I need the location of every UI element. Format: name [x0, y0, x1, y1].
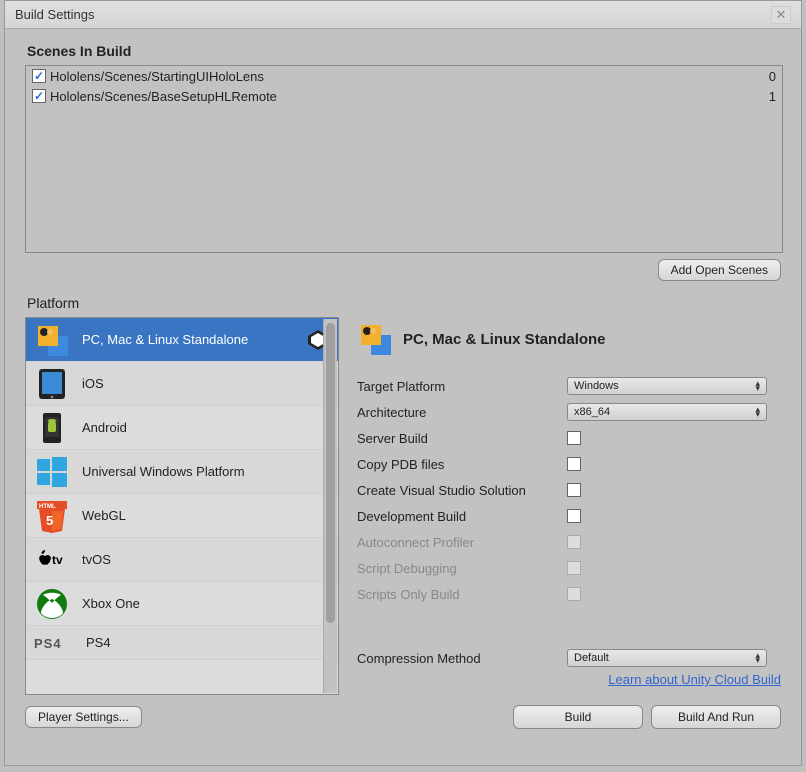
platform-item-ps4[interactable]: PS4 PS4 — [26, 626, 338, 660]
scripts-only-label: Scripts Only Build — [357, 587, 567, 602]
ios-icon — [34, 366, 70, 402]
create-vs-label: Create Visual Studio Solution — [357, 483, 567, 498]
target-platform-label: Target Platform — [357, 379, 567, 394]
autoconnect-label: Autoconnect Profiler — [357, 535, 567, 550]
copy-pdb-checkbox[interactable] — [567, 457, 581, 471]
platform-item-android[interactable]: Android — [26, 406, 338, 450]
platform-label: PC, Mac & Linux Standalone — [82, 332, 248, 347]
scenes-in-build-label: Scenes In Build — [5, 29, 801, 65]
platform-item-xbox[interactable]: Xbox One — [26, 582, 338, 626]
player-settings-button[interactable]: Player Settings... — [25, 706, 142, 728]
dialog-footer: Player Settings... Build Build And Run — [5, 695, 801, 739]
platform-section-label: Platform — [5, 281, 801, 317]
checkmark-icon: ✓ — [34, 90, 44, 102]
svg-text:tv: tv — [52, 553, 63, 567]
architecture-dropdown[interactable]: x86_64 ▴▾ — [567, 403, 767, 421]
script-debug-label: Script Debugging — [357, 561, 567, 576]
compression-dropdown[interactable]: Default ▴▾ — [567, 649, 767, 667]
scene-index: 1 — [769, 89, 776, 104]
cloud-build-link[interactable]: Learn about Unity Cloud Build — [608, 672, 781, 687]
platform-item-uwp[interactable]: Universal Windows Platform — [26, 450, 338, 494]
dropdown-arrows-icon: ▴▾ — [755, 653, 760, 664]
scenes-list[interactable]: ✓ Hololens/Scenes/StartingUIHoloLens 0 ✓… — [25, 65, 783, 253]
architecture-value: x86_64 — [574, 406, 610, 418]
close-button[interactable]: ✕ — [771, 6, 791, 24]
platform-label: Android — [82, 420, 127, 435]
webgl-icon: HTML5 — [34, 498, 70, 534]
xbox-icon — [34, 586, 70, 622]
dev-build-label: Development Build — [357, 509, 567, 524]
svg-text:PS4: PS4 — [34, 636, 62, 651]
tvos-icon: tv — [34, 542, 70, 578]
dropdown-arrows-icon: ▴▾ — [755, 381, 760, 392]
build-and-run-button[interactable]: Build And Run — [651, 705, 781, 729]
platform-item-standalone[interactable]: PC, Mac & Linux Standalone — [26, 318, 338, 362]
target-platform-dropdown[interactable]: Windows ▴▾ — [567, 377, 767, 395]
create-vs-checkbox[interactable] — [567, 483, 581, 497]
platform-settings-panel: PC, Mac & Linux Standalone Target Platfo… — [357, 317, 781, 695]
architecture-label: Architecture — [357, 405, 567, 420]
target-platform-value: Windows — [574, 380, 619, 392]
scene-row[interactable]: ✓ Hololens/Scenes/BaseSetupHLRemote 1 — [26, 86, 782, 106]
scene-path: Hololens/Scenes/BaseSetupHLRemote — [50, 89, 277, 104]
android-icon — [34, 410, 70, 446]
window-title: Build Settings — [15, 7, 95, 22]
scripts-only-checkbox — [567, 587, 581, 601]
compression-value: Default — [574, 652, 609, 664]
dropdown-arrows-icon: ▴▾ — [755, 407, 760, 418]
build-settings-dialog: Build Settings ✕ Scenes In Build ✓ Holol… — [4, 0, 802, 766]
platform-label: PS4 — [86, 635, 111, 650]
platform-label: tvOS — [82, 552, 111, 567]
platform-label: Xbox One — [82, 596, 140, 611]
scene-index: 0 — [769, 69, 776, 84]
platform-item-tvos[interactable]: tv tvOS — [26, 538, 338, 582]
platform-label: Universal Windows Platform — [82, 464, 245, 479]
platform-label: WebGL — [82, 508, 126, 523]
checkmark-icon: ✓ — [34, 70, 44, 82]
svg-text:5: 5 — [46, 513, 53, 528]
scene-checkbox[interactable]: ✓ — [32, 69, 46, 83]
ps4-icon: PS4 — [34, 625, 74, 661]
platform-item-webgl[interactable]: HTML5 WebGL — [26, 494, 338, 538]
compression-label: Compression Method — [357, 651, 567, 666]
platform-item-ios[interactable]: iOS — [26, 362, 338, 406]
build-button[interactable]: Build — [513, 705, 643, 729]
standalone-icon — [357, 321, 393, 357]
add-open-scenes-button[interactable]: Add Open Scenes — [658, 259, 781, 281]
copy-pdb-label: Copy PDB files — [357, 457, 567, 472]
dev-build-checkbox[interactable] — [567, 509, 581, 523]
autoconnect-checkbox — [567, 535, 581, 549]
scene-checkbox[interactable]: ✓ — [32, 89, 46, 103]
scrollbar-thumb[interactable] — [326, 323, 335, 623]
script-debug-checkbox — [567, 561, 581, 575]
windows-icon — [34, 454, 70, 490]
platform-list[interactable]: PC, Mac & Linux Standalone iOS Android — [25, 317, 339, 695]
platform-label: iOS — [82, 376, 104, 391]
selected-platform-heading: PC, Mac & Linux Standalone — [403, 331, 606, 348]
server-build-label: Server Build — [357, 431, 567, 446]
titlebar[interactable]: Build Settings ✕ — [5, 1, 801, 29]
server-build-checkbox[interactable] — [567, 431, 581, 445]
standalone-icon — [34, 322, 70, 358]
scene-row[interactable]: ✓ Hololens/Scenes/StartingUIHoloLens 0 — [26, 66, 782, 86]
platform-scrollbar[interactable] — [323, 319, 337, 693]
scene-path: Hololens/Scenes/StartingUIHoloLens — [50, 69, 264, 84]
